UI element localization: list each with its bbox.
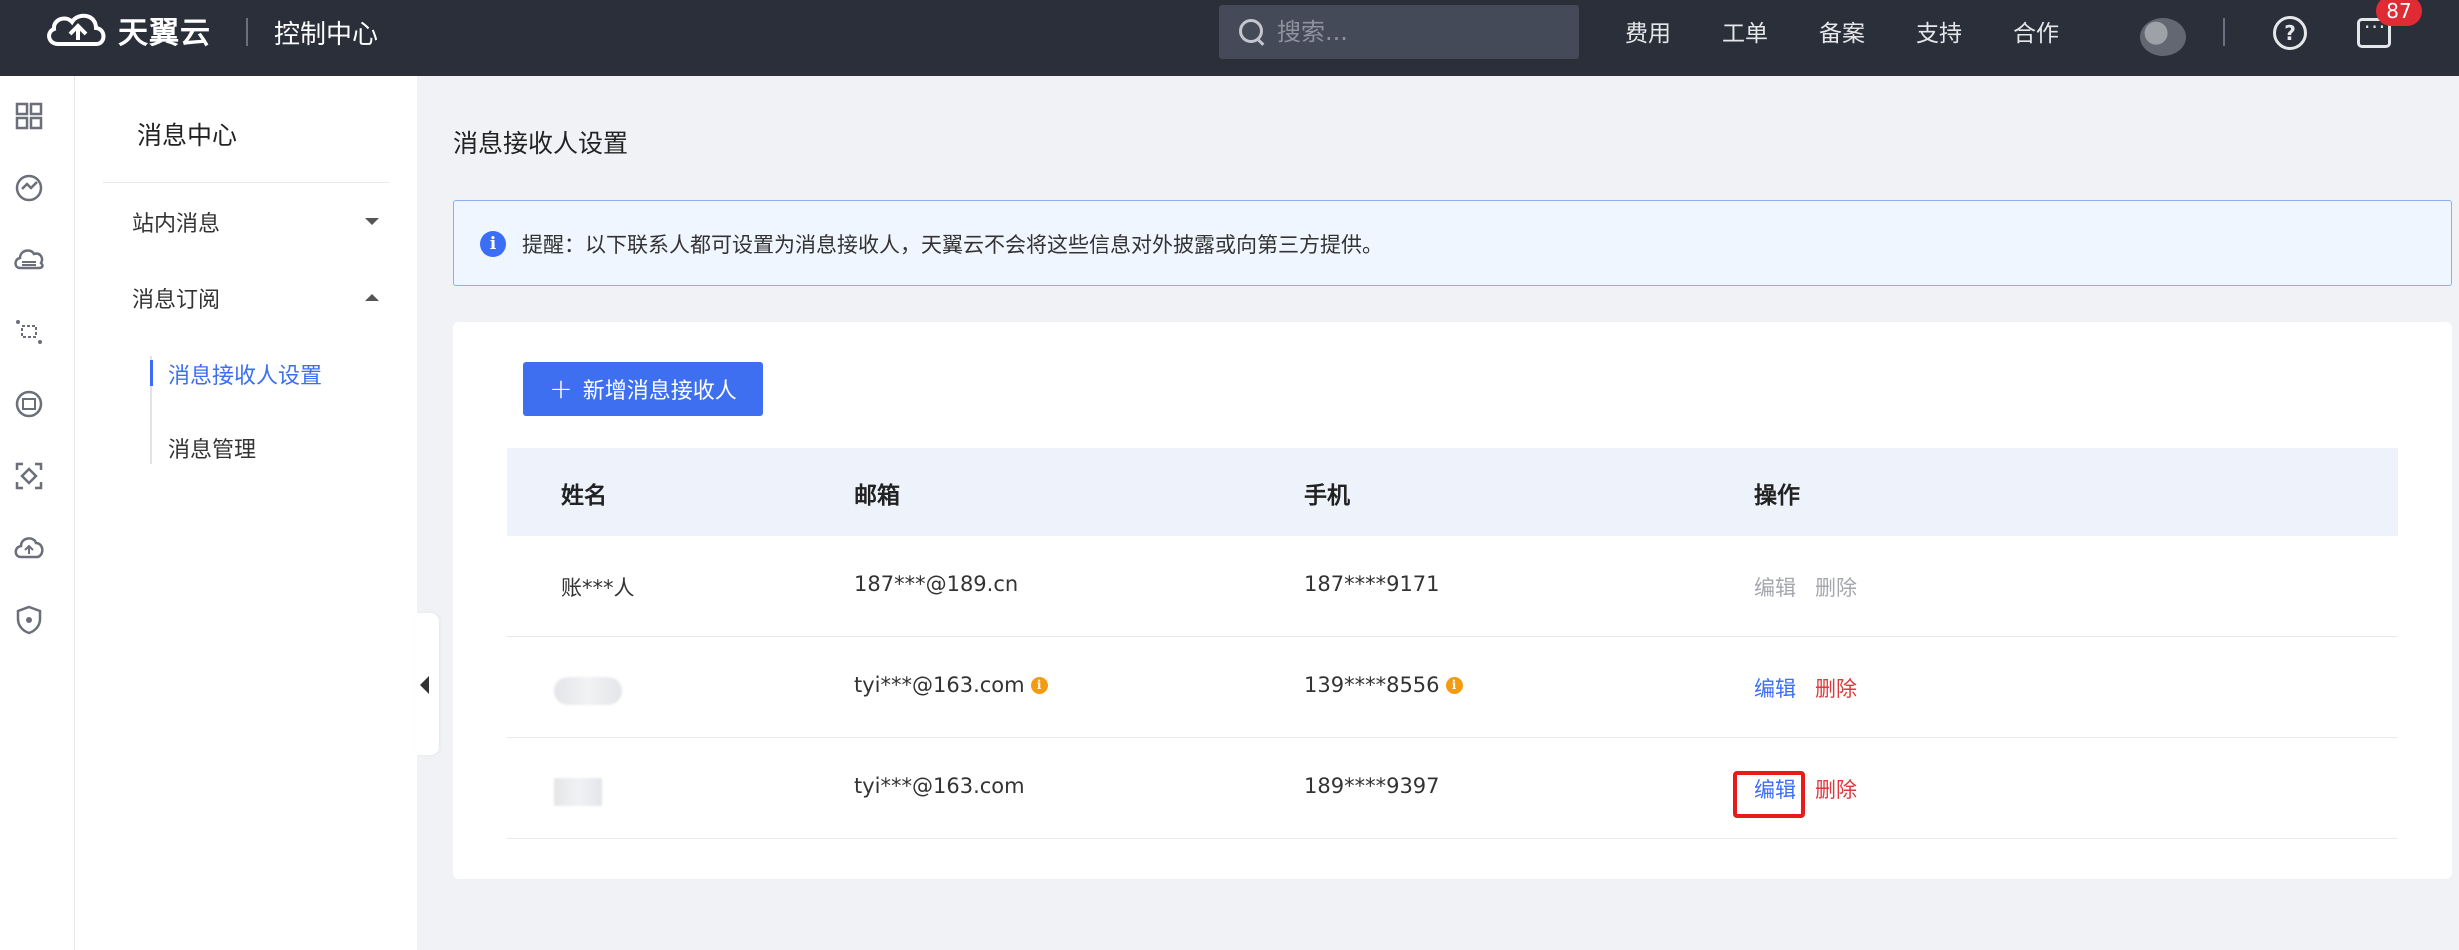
recipient-email: tyi***@163.com: [854, 774, 1025, 798]
shield-icon[interactable]: [13, 604, 45, 636]
recipient-phone-cell: 139****8556 i: [1304, 673, 1463, 697]
sidebar-collapse-toggle[interactable]: [415, 613, 439, 755]
delete-link[interactable]: 删除: [1815, 774, 1857, 804]
nav-partner[interactable]: 合作: [2013, 14, 2059, 48]
recipient-email: 187***@189.cn: [854, 572, 1019, 596]
recipient-phone: 189****9397: [1304, 774, 1440, 798]
email-warning-icon[interactable]: i: [1030, 677, 1048, 694]
scan-security-icon[interactable]: [13, 460, 45, 492]
chevron-up-icon[interactable]: [365, 294, 379, 301]
storage-disk-icon[interactable]: [13, 388, 45, 420]
sidebar-subitem-recipient-settings[interactable]: 消息接收人设置: [168, 358, 322, 390]
add-recipient-button[interactable]: + 新增消息接收人: [523, 362, 763, 416]
dashboard-grid-icon[interactable]: [13, 100, 45, 132]
recipient-table-card: + 新增消息接收人 姓名 邮箱 手机 操作 账***人 187***@189.c…: [453, 322, 2452, 879]
recipient-name: 账***人: [561, 576, 635, 600]
cloud-server-icon[interactable]: [13, 244, 45, 276]
user-avatar[interactable]: [2140, 18, 2186, 56]
column-header-email: 邮箱: [854, 483, 900, 509]
info-icon: i: [480, 231, 506, 257]
table-row: tyi***@163.com 189****9397 编辑 删除: [507, 738, 2398, 839]
privacy-notice: i 提醒：以下联系人都可设置为消息接收人，天翼云不会将这些信息对外披露或向第三方…: [453, 200, 2452, 286]
sidebar-divider: [103, 182, 389, 183]
sidebar-item-subscription[interactable]: 消息订阅: [132, 282, 220, 314]
active-indicator: [150, 360, 153, 386]
sidebar-title: 消息中心: [137, 121, 238, 150]
chevron-down-icon[interactable]: [365, 218, 379, 225]
nav-tickets[interactable]: 工单: [1722, 14, 1768, 48]
table-row: tyi***@163.com i 139****8556 i 编辑 删除: [507, 637, 2398, 738]
search-icon: [1237, 17, 1267, 47]
logo-divider: [246, 18, 248, 46]
recipient-email-cell: tyi***@163.com i: [854, 673, 1048, 697]
search-input[interactable]: [1277, 18, 1557, 46]
column-header-name: 姓名: [561, 483, 607, 509]
delete-link[interactable]: 删除: [1815, 673, 1857, 703]
cloud-icon[interactable]: [13, 532, 45, 564]
console-title[interactable]: 控制中心: [274, 14, 378, 51]
help-icon[interactable]: ?: [2273, 16, 2307, 50]
message-center-sidebar: 消息中心 站内消息 消息订阅 消息接收人设置 消息管理: [75, 76, 417, 950]
sidebar-subitem-message-management[interactable]: 消息管理: [168, 432, 256, 464]
edit-link[interactable]: 编辑: [1754, 673, 1796, 703]
phone-warning-icon[interactable]: i: [1445, 677, 1463, 694]
brand-logo[interactable]: 天翼云: [44, 6, 211, 54]
nav-support[interactable]: 支持: [1916, 14, 1962, 48]
table-header: 姓名 邮箱 手机 操作: [507, 448, 2398, 536]
search-box[interactable]: [1219, 5, 1579, 59]
delete-link-disabled: 删除: [1815, 576, 1857, 600]
brand-name: 天翼云: [118, 16, 211, 51]
message-count-badge: 87: [2376, 0, 2422, 26]
edit-link-highlight-box: [1733, 771, 1805, 818]
add-recipient-label: 新增消息接收人: [582, 379, 737, 404]
cloud-logo-icon: [47, 13, 106, 46]
recipient-phone: 187****9171: [1304, 572, 1440, 596]
product-icon-rail: [0, 76, 75, 950]
table-row: 账***人 187***@189.cn 187****9171 编辑 删除: [507, 536, 2398, 637]
nav-billing[interactable]: 费用: [1625, 14, 1671, 48]
vpc-network-icon[interactable]: [13, 316, 45, 348]
recipient-name-masked: [554, 677, 622, 705]
recipient-phone: 139****8556: [1304, 673, 1440, 697]
monitor-icon[interactable]: [13, 172, 45, 204]
nav-divider: [2223, 18, 2225, 46]
recipient-name-masked: [554, 778, 602, 806]
column-header-phone: 手机: [1304, 483, 1350, 509]
nav-filing[interactable]: 备案: [1819, 14, 1865, 48]
recipient-email: tyi***@163.com: [854, 673, 1025, 697]
notice-text: 提醒：以下联系人都可设置为消息接收人，天翼云不会将这些信息对外披露或向第三方提供…: [522, 233, 1383, 257]
page-title: 消息接收人设置: [453, 129, 629, 158]
plus-icon: +: [549, 372, 573, 405]
sidebar-item-inbox[interactable]: 站内消息: [132, 206, 220, 238]
column-header-actions: 操作: [1754, 483, 1800, 509]
top-navbar: 天翼云 控制中心 费用 工单 备案 支持 合作 ? 87: [0, 0, 2459, 76]
edit-link-disabled: 编辑: [1754, 576, 1796, 600]
